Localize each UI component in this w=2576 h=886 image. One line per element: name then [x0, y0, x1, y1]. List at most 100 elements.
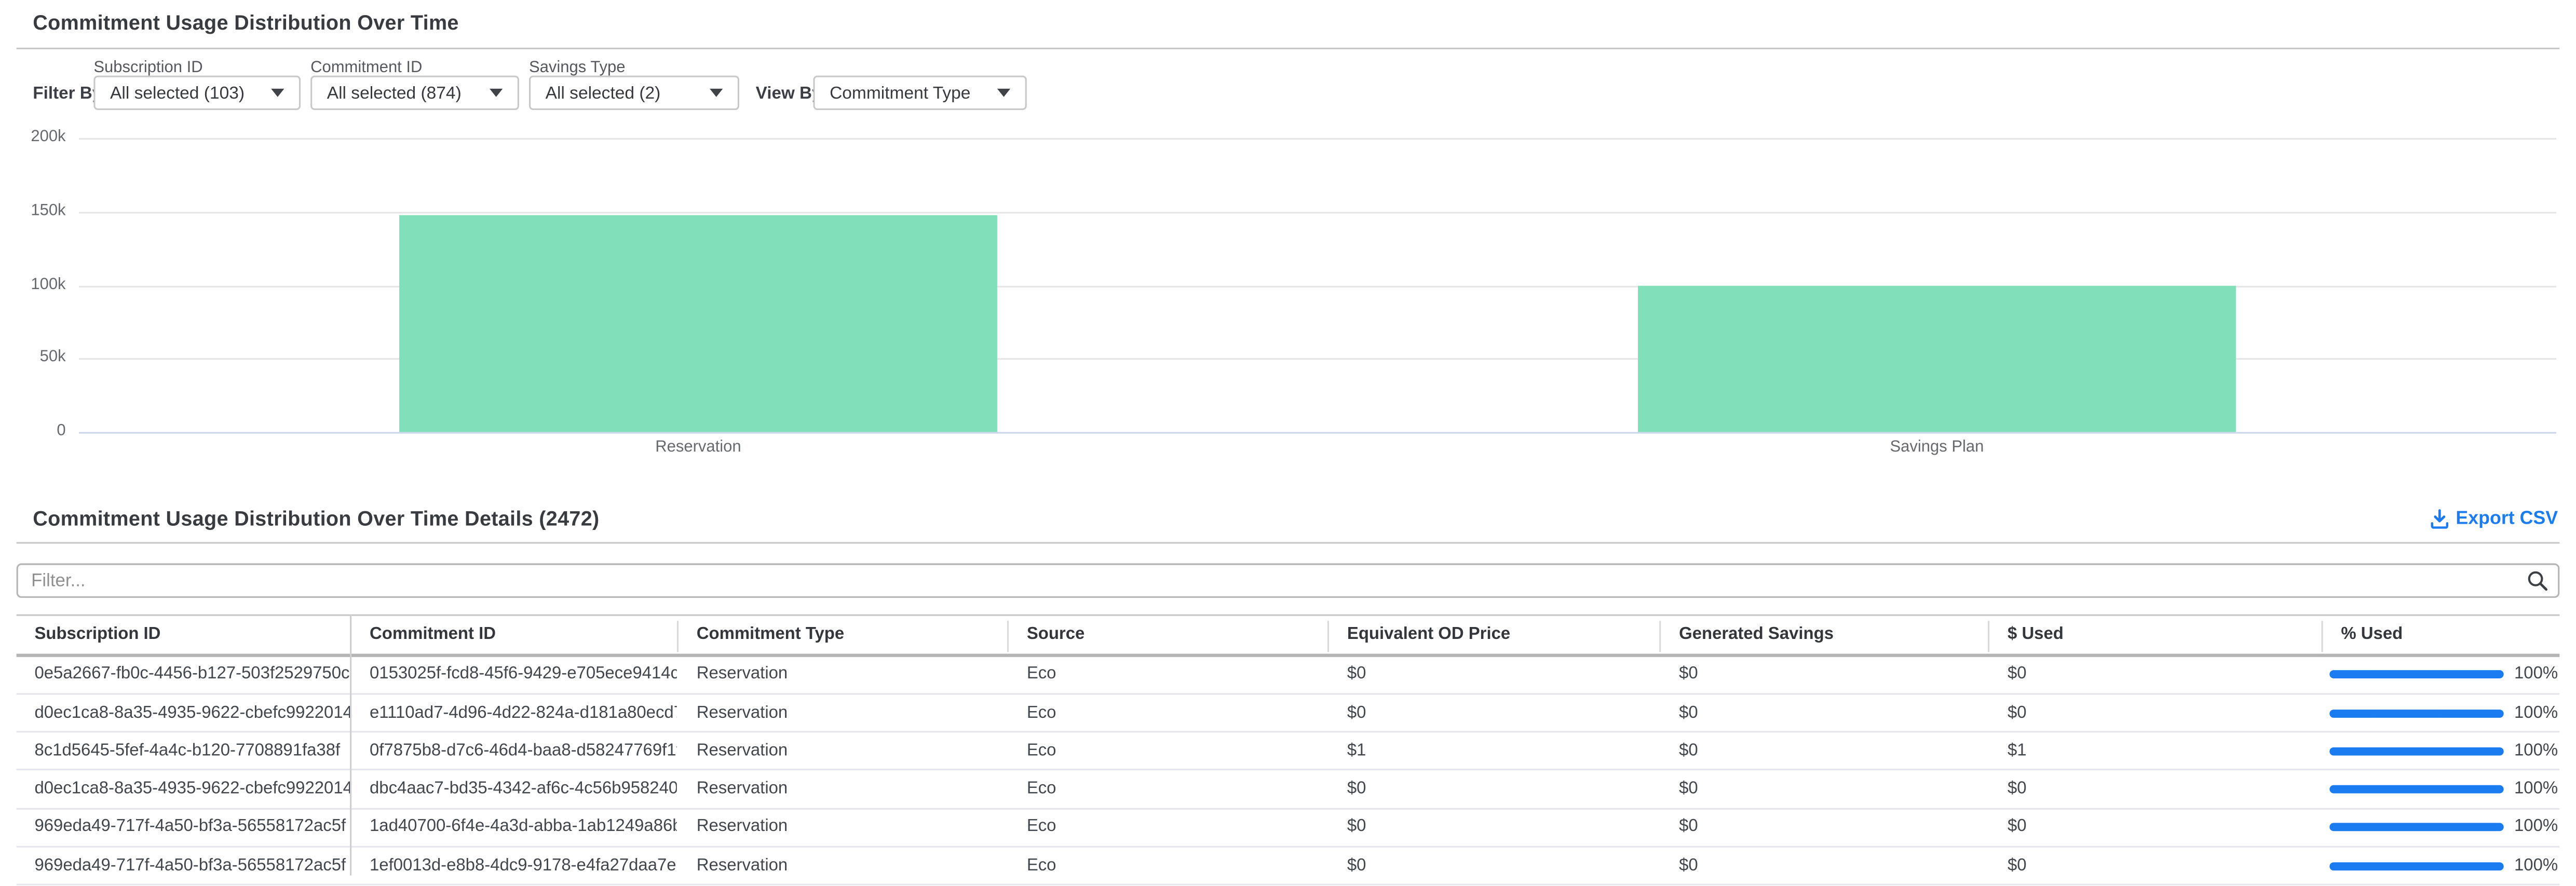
cell-equivalent-od-price: $0: [1327, 694, 1659, 731]
cell-commitment-type: Reservation: [677, 771, 1007, 808]
usage-progress-label: 100%: [2514, 857, 2558, 875]
cell-dollar-used: $0: [1988, 657, 2321, 693]
table-filter: [17, 563, 2560, 597]
cell-generated-savings: $0: [1659, 657, 1988, 693]
column-header-generated-savings[interactable]: Generated Savings: [1659, 616, 1988, 653]
column-header-equivalent-od-price[interactable]: Equivalent OD Price: [1327, 616, 1659, 653]
cell-commitment-type: Reservation: [677, 733, 1007, 770]
cell-equivalent-od-price: $0: [1327, 809, 1659, 846]
y-axis: 200k 150k 100k 50k 0: [0, 0, 69, 476]
cell-generated-savings: $0: [1659, 848, 1988, 884]
bar-savings-plan[interactable]: [1638, 285, 2236, 432]
column-header-source[interactable]: Source: [1007, 616, 1327, 653]
cell-source: Eco: [1007, 848, 1327, 884]
gridline: [79, 212, 2556, 213]
column-header-commitment-id[interactable]: Commitment ID: [350, 616, 677, 653]
y-axis-tick-label: 0: [0, 422, 66, 441]
cell-subscription-id: d0ec1ca8-8a35-4935-9622-cbefc9922014: [17, 694, 350, 731]
cell-source: Eco: [1007, 809, 1327, 846]
y-axis-tick-label: 150k: [0, 202, 66, 220]
details-table: Subscription IDCommitment IDCommitment T…: [17, 615, 2560, 886]
table-row: d0ec1ca8-8a35-4935-9622-cbefc9922014 dbc…: [17, 771, 2560, 810]
cell-dollar-used: $0: [1988, 809, 2321, 846]
cell-pct-used: 100%: [2321, 694, 2559, 731]
cell-subscription-id: d0ec1ca8-8a35-4935-9622-cbefc9922014: [17, 771, 350, 808]
cell-dollar-used: $0: [1988, 694, 2321, 731]
cell-source: Eco: [1007, 733, 1327, 770]
cell-commitment-type: Reservation: [677, 809, 1007, 846]
x-axis-category-label: Savings Plan: [1318, 439, 2556, 457]
cell-commitment-type: Reservation: [677, 848, 1007, 884]
cell-dollar-used: $0: [1988, 771, 2321, 808]
cell-pct-used: 100%: [2321, 848, 2559, 884]
cell-pct-used: 100%: [2321, 733, 2559, 770]
export-csv-button[interactable]: Export CSV: [2430, 509, 2558, 529]
table-row: 0e5a2667-fb0c-4456-b127-503f2529750c 015…: [17, 657, 2560, 695]
export-csv-label: Export CSV: [2456, 509, 2558, 529]
cell-subscription-id: 8c1d5645-5fef-4a4c-b120-7708891fa38f: [17, 733, 350, 770]
cell-source: Eco: [1007, 771, 1327, 808]
section-divider: [17, 542, 2560, 544]
cell-commitment-type: Reservation: [677, 694, 1007, 731]
table-row: 969eda49-717f-4a50-bf3a-56558172ac5f 1ef…: [17, 848, 2560, 886]
cell-commitment-id: dbc4aac7-bd35-4342-af6c-4c56b9582400: [350, 771, 677, 808]
cell-pct-used: 100%: [2321, 809, 2559, 846]
table-body: 0e5a2667-fb0c-4456-b127-503f2529750c 015…: [17, 657, 2560, 886]
chart-area: 200k 150k 100k 50k 0 ReservationSavings Plan: [0, 0, 2576, 476]
table-header-row: Subscription IDCommitment IDCommitment T…: [17, 616, 2560, 657]
plot-area: ReservationSavings Plan: [79, 138, 2556, 432]
y-axis-tick-label: 200k: [0, 128, 66, 146]
details-title: Commitment Usage Distribution Over Time …: [33, 508, 599, 530]
cell-source: Eco: [1007, 694, 1327, 731]
cell-commitment-id: 0153025f-fcd8-45f6-9429-e705ece9414c: [350, 657, 677, 693]
table-row: 969eda49-717f-4a50-bf3a-56558172ac5f 1ad…: [17, 809, 2560, 848]
x-axis-category-label: Reservation: [79, 439, 1318, 457]
cell-commitment-id: e1110ad7-4d96-4d22-824a-d181a80ecd7d: [350, 694, 677, 731]
table-filter-input[interactable]: [17, 563, 2560, 597]
cell-equivalent-od-price: $0: [1327, 657, 1659, 693]
cell-pct-used: 100%: [2321, 771, 2559, 808]
usage-progress-label: 100%: [2514, 665, 2558, 684]
table-row: 8c1d5645-5fef-4a4c-b120-7708891fa38f 0f7…: [17, 733, 2560, 771]
cell-source: Eco: [1007, 657, 1327, 693]
gridline: [79, 138, 2556, 140]
column-header-subscription-id[interactable]: Subscription ID: [17, 616, 350, 653]
usage-progress-bar: [2329, 862, 2503, 870]
usage-progress-label: 100%: [2514, 704, 2558, 722]
usage-progress-bar: [2329, 747, 2503, 755]
cell-dollar-used: $0: [1988, 848, 2321, 884]
y-axis-tick-label: 100k: [0, 275, 66, 293]
y-axis-tick-label: 50k: [0, 349, 66, 367]
cell-generated-savings: $0: [1659, 733, 1988, 770]
cell-subscription-id: 969eda49-717f-4a50-bf3a-56558172ac5f: [17, 848, 350, 884]
cell-pct-used: 100%: [2321, 657, 2559, 693]
cell-commitment-id: 1ef0013d-e8b8-4dc9-9178-e4fa27daa7e5: [350, 848, 677, 884]
cell-generated-savings: $0: [1659, 771, 1988, 808]
cell-generated-savings: $0: [1659, 809, 1988, 846]
cell-equivalent-od-price: $0: [1327, 848, 1659, 884]
page-root: Commitment Usage Distribution Over Time …: [0, 0, 2576, 876]
cell-generated-savings: $0: [1659, 694, 1988, 731]
cell-subscription-id: 0e5a2667-fb0c-4456-b127-503f2529750c: [17, 657, 350, 693]
column-header-used[interactable]: % Used: [2321, 616, 2559, 653]
column-header-used[interactable]: $ Used: [1988, 616, 2321, 653]
usage-progress-label: 100%: [2514, 742, 2558, 760]
usage-progress-bar: [2329, 824, 2503, 832]
table-row: d0ec1ca8-8a35-4935-9622-cbefc9922014 e11…: [17, 694, 2560, 733]
download-icon: [2430, 509, 2449, 529]
bar-reservation[interactable]: [399, 214, 997, 432]
cell-subscription-id: 969eda49-717f-4a50-bf3a-56558172ac5f: [17, 809, 350, 846]
cell-commitment-id: 0f7875b8-d7c6-46d4-baa8-d58247769f1f: [350, 733, 677, 770]
cell-commitment-type: Reservation: [677, 657, 1007, 693]
frozen-column-divider: [350, 615, 352, 876]
usage-progress-bar: [2329, 709, 2503, 717]
usage-progress-bar: [2329, 785, 2503, 794]
usage-progress-bar: [2329, 671, 2503, 679]
usage-progress-label: 100%: [2514, 781, 2558, 799]
cell-dollar-used: $1: [1988, 733, 2321, 770]
cell-equivalent-od-price: $0: [1327, 771, 1659, 808]
search-icon: [2527, 570, 2548, 591]
column-header-commitment-type[interactable]: Commitment Type: [677, 616, 1007, 653]
cell-equivalent-od-price: $1: [1327, 733, 1659, 770]
cell-commitment-id: 1ad40700-6f4e-4a3d-abba-1ab1249a86bd: [350, 809, 677, 846]
